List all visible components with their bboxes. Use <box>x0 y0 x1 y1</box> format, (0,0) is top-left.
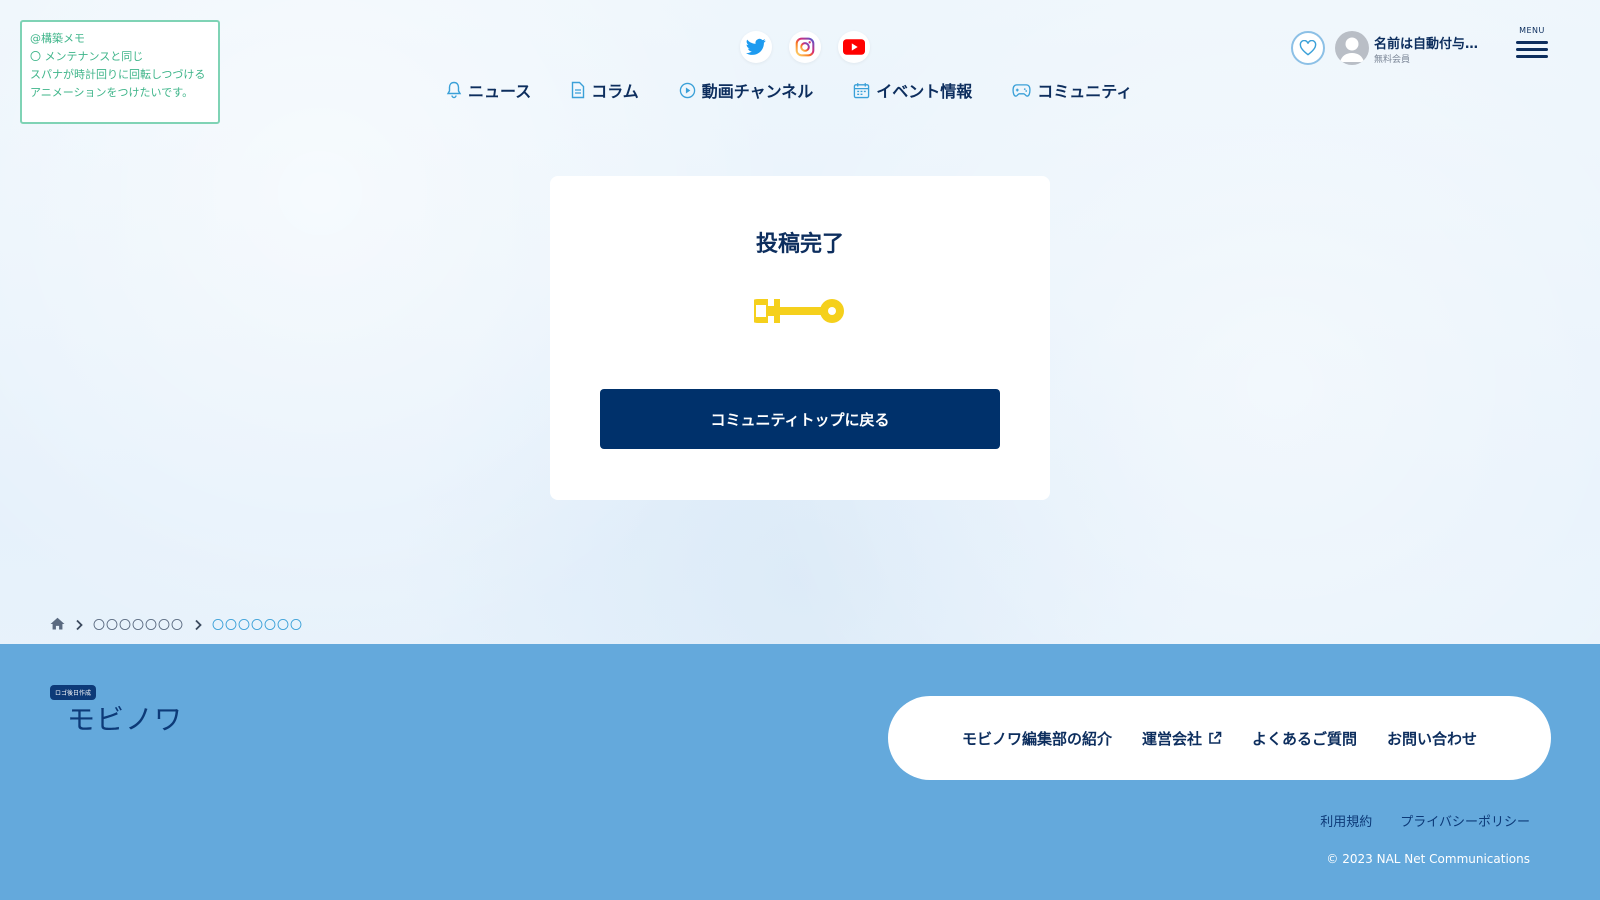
youtube-link[interactable] <box>838 31 870 63</box>
social-links <box>740 31 870 63</box>
nav-item-label: コミュニティ <box>1037 82 1133 101</box>
footer-link-label: モビノワ編集部の紹介 <box>961 729 1112 748</box>
instagram-icon <box>795 37 815 57</box>
nav-item-news[interactable]: ニュース <box>446 78 531 102</box>
copyright: © 2023 NAL Net Communications <box>1326 852 1530 866</box>
document-icon <box>572 81 585 99</box>
footer-link-label: 運営会社 <box>1141 729 1202 748</box>
completion-card: 投稿完了 コミュニティトップに戻る <box>550 176 1050 500</box>
play-icon <box>679 82 695 98</box>
chevron-right-icon <box>195 619 202 630</box>
footer: ロゴ後日作成 モビノワ モビノワ編集部の紹介 運営会社 よくあるご質問 お問い合… <box>0 644 1600 900</box>
home-icon <box>50 617 65 630</box>
memo-line: スパナが時計回りに回転しつづける <box>30 68 206 81</box>
logo[interactable]: モビノワ <box>67 698 183 738</box>
page-title: 投稿完了 <box>755 232 844 257</box>
footer-link-label: よくあるご質問 <box>1252 729 1358 748</box>
nav-item-label: 動画チャンネル <box>701 82 814 101</box>
menu-label: MENU <box>1519 26 1545 35</box>
back-to-community-button[interactable]: コミュニティトップに戻る <box>600 389 1000 449</box>
footer-link-contact[interactable]: お問い合わせ <box>1387 728 1477 749</box>
favorites-button[interactable] <box>1291 31 1325 65</box>
gamepad-icon <box>1012 83 1031 97</box>
memo-line: 〇 メンテナンスと同じ <box>30 50 144 63</box>
external-link-icon <box>1209 731 1222 744</box>
footer-link-faq[interactable]: よくあるご質問 <box>1252 728 1357 749</box>
membership-status: 無料会員 <box>1374 55 1411 65</box>
breadcrumb-item[interactable]: 〇〇〇〇〇〇〇 <box>93 616 184 633</box>
footer-link-company[interactable]: 運営会社 <box>1142 728 1222 749</box>
nav-item-label: コラム <box>591 82 639 101</box>
user-icon <box>1340 37 1364 62</box>
chevron-right-icon <box>76 619 83 630</box>
heart-icon <box>1299 40 1317 56</box>
hamburger-icon <box>1516 55 1548 58</box>
nav-item-label: ニュース <box>468 82 532 101</box>
footer-link-label: お問い合わせ <box>1387 729 1478 748</box>
memo-line: アニメーションをつけたいです。 <box>30 86 194 99</box>
nav-item-label: イベント情報 <box>876 82 973 101</box>
legal-links: 利用規約 プライバシーポリシー <box>1320 811 1530 830</box>
breadcrumb-current: 〇〇〇〇〇〇〇 <box>212 618 304 632</box>
twitter-icon <box>746 38 766 55</box>
hamburger-icon <box>1516 41 1548 44</box>
terms-link[interactable]: 利用規約 <box>1320 811 1372 830</box>
nav-item-community[interactable]: コミュニティ <box>1012 78 1132 102</box>
wrench-icon <box>754 299 844 323</box>
user-name[interactable]: 名前は自動付与… <box>1374 33 1499 52</box>
calendar-icon <box>854 82 870 98</box>
memo-line: @構築メモ <box>30 32 85 45</box>
youtube-icon <box>843 39 865 55</box>
footer-link-editorial[interactable]: モビノワ編集部の紹介 <box>962 728 1112 749</box>
nav-item-column[interactable]: コラム <box>571 78 639 102</box>
main-nav: ニュース コラム 動画チャンネル イベント情報 コミュニティ <box>446 78 1132 102</box>
nav-item-video[interactable]: 動画チャンネル <box>679 78 814 102</box>
hamburger-icon <box>1516 48 1548 51</box>
nav-item-events[interactable]: イベント情報 <box>853 78 972 102</box>
avatar[interactable] <box>1335 31 1369 65</box>
menu-button[interactable]: MENU <box>1515 26 1549 66</box>
footer-links: モビノワ編集部の紹介 運営会社 よくあるご質問 お問い合わせ <box>888 696 1551 780</box>
breadcrumb: 〇〇〇〇〇〇〇 〇〇〇〇〇〇〇 <box>50 616 303 633</box>
build-memo: @構築メモ 〇 メンテナンスと同じ スパナが時計回りに回転しつづける アニメーシ… <box>20 20 220 124</box>
twitter-link[interactable] <box>740 31 772 63</box>
bell-icon <box>446 81 462 99</box>
privacy-policy-link[interactable]: プライバシーポリシー <box>1400 811 1530 830</box>
breadcrumb-home[interactable] <box>50 617 65 633</box>
instagram-link[interactable] <box>789 31 821 63</box>
